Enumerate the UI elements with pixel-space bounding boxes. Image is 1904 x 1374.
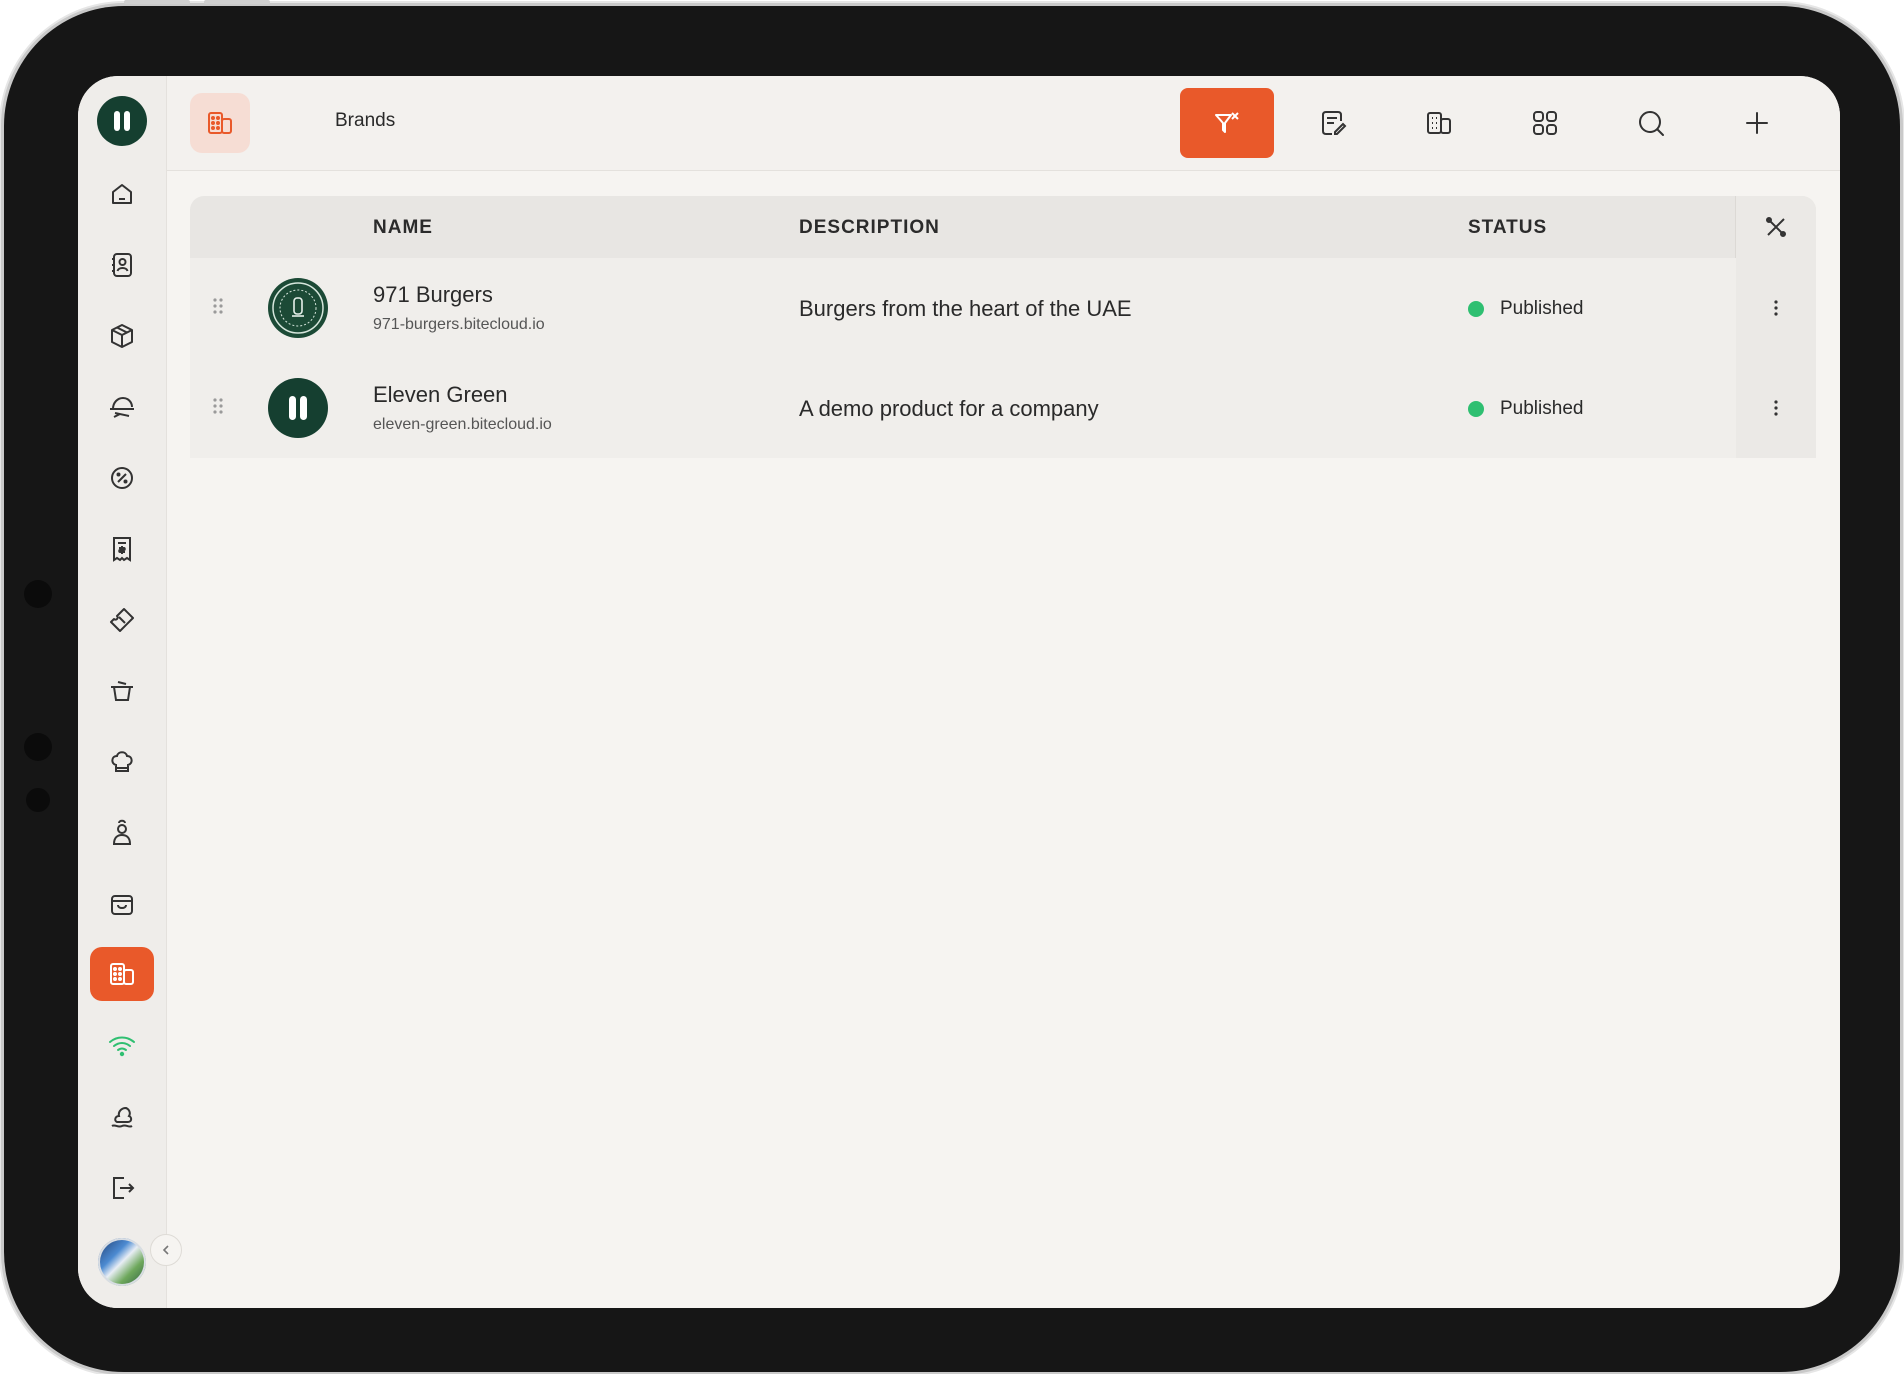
delivery-icon[interactable] — [90, 380, 154, 434]
notes-button[interactable] — [1286, 88, 1380, 158]
home-icon[interactable] — [90, 167, 154, 221]
box-icon[interactable] — [90, 309, 154, 363]
brands-building-icon[interactable] — [90, 947, 154, 1001]
table-row[interactable]: Eleven Green eleven-green.bitecloud.io A… — [190, 358, 1736, 458]
tools-icon — [1766, 217, 1786, 237]
camera-dot — [26, 788, 50, 812]
logout-icon[interactable] — [90, 1161, 154, 1215]
chef-icon[interactable] — [90, 806, 154, 860]
hardware-button — [204, 0, 270, 4]
burger-badge-icon — [272, 282, 324, 334]
status-badge: Published — [1468, 398, 1583, 420]
status-dot — [1468, 401, 1484, 417]
pot-icon[interactable] — [90, 664, 154, 718]
grid-view-button[interactable] — [1498, 88, 1592, 158]
brand-logo — [268, 278, 328, 338]
drag-handle-icon[interactable] — [212, 396, 224, 421]
row-menu-button[interactable] — [1736, 358, 1816, 458]
building-icon — [1427, 112, 1451, 134]
note-edit-icon — [1322, 111, 1347, 135]
table-header: NAME DESCRIPTION STATUS — [190, 196, 1816, 258]
brand-url[interactable]: 971-burgers.bitecloud.io — [373, 316, 545, 334]
column-header-description[interactable]: DESCRIPTION — [799, 217, 940, 239]
buildings-button[interactable] — [1392, 88, 1486, 158]
app-screen: Brands NAME DESCRIPTION STATUS 971 Burge… — [78, 76, 1840, 1308]
status-badge: Published — [1468, 298, 1583, 320]
search-icon — [1639, 111, 1664, 136]
weather-icon[interactable] — [90, 1090, 154, 1144]
top-bar: Brands — [167, 76, 1840, 171]
more-vertical-icon — [1774, 300, 1778, 316]
plus-icon — [1746, 112, 1768, 134]
grid-icon — [1533, 111, 1557, 135]
avatar[interactable] — [98, 1238, 146, 1286]
row-menu-button[interactable] — [1736, 258, 1816, 358]
brand-description: Burgers from the heart of the UAE — [799, 296, 1132, 321]
status-label: Published — [1500, 298, 1584, 319]
coupon-icon[interactable] — [90, 593, 154, 647]
more-vertical-icon — [1774, 400, 1778, 416]
chef-hat-icon[interactable] — [90, 735, 154, 789]
column-header-status[interactable]: STATUS — [1468, 217, 1547, 239]
contacts-icon[interactable] — [90, 238, 154, 292]
store-icon[interactable] — [90, 877, 154, 931]
brand-name[interactable]: Eleven Green — [373, 382, 508, 408]
tablet-frame: Brands NAME DESCRIPTION STATUS 971 Burge… — [4, 0, 1900, 1372]
sidebar — [78, 76, 167, 1308]
brand-name[interactable]: 971 Burgers — [373, 282, 493, 308]
camera-dot — [24, 733, 52, 761]
table-row[interactable]: 971 Burgers 971-burgers.bitecloud.io Bur… — [190, 258, 1736, 358]
brands-building-icon — [190, 93, 250, 153]
receipt-icon[interactable] — [90, 522, 154, 576]
status-label: Published — [1500, 398, 1584, 419]
hardware-button — [124, 0, 190, 4]
add-button[interactable] — [1710, 88, 1804, 158]
discount-icon[interactable] — [90, 451, 154, 505]
collapse-sidebar-button[interactable] — [150, 1234, 182, 1266]
status-dot — [1468, 301, 1484, 317]
app-logo[interactable] — [97, 96, 147, 146]
pause-logo-icon — [289, 396, 307, 420]
column-header-name[interactable]: NAME — [373, 217, 433, 239]
brands-table: NAME DESCRIPTION STATUS 971 Burgers 971-… — [190, 196, 1816, 1286]
brand-logo — [268, 378, 328, 438]
wifi-icon[interactable] — [90, 1019, 154, 1073]
page-title: Brands — [335, 110, 396, 131]
search-button[interactable] — [1604, 88, 1698, 158]
camera-dot — [24, 580, 52, 608]
drag-handle-icon[interactable] — [212, 296, 224, 321]
chevron-left-icon — [162, 1245, 169, 1255]
filter-x-icon — [1215, 112, 1239, 133]
clear-filter-button[interactable] — [1180, 88, 1274, 158]
brand-description: A demo product for a company — [799, 396, 1099, 421]
brand-url[interactable]: eleven-green.bitecloud.io — [373, 416, 552, 434]
table-settings-button[interactable] — [1736, 196, 1816, 258]
